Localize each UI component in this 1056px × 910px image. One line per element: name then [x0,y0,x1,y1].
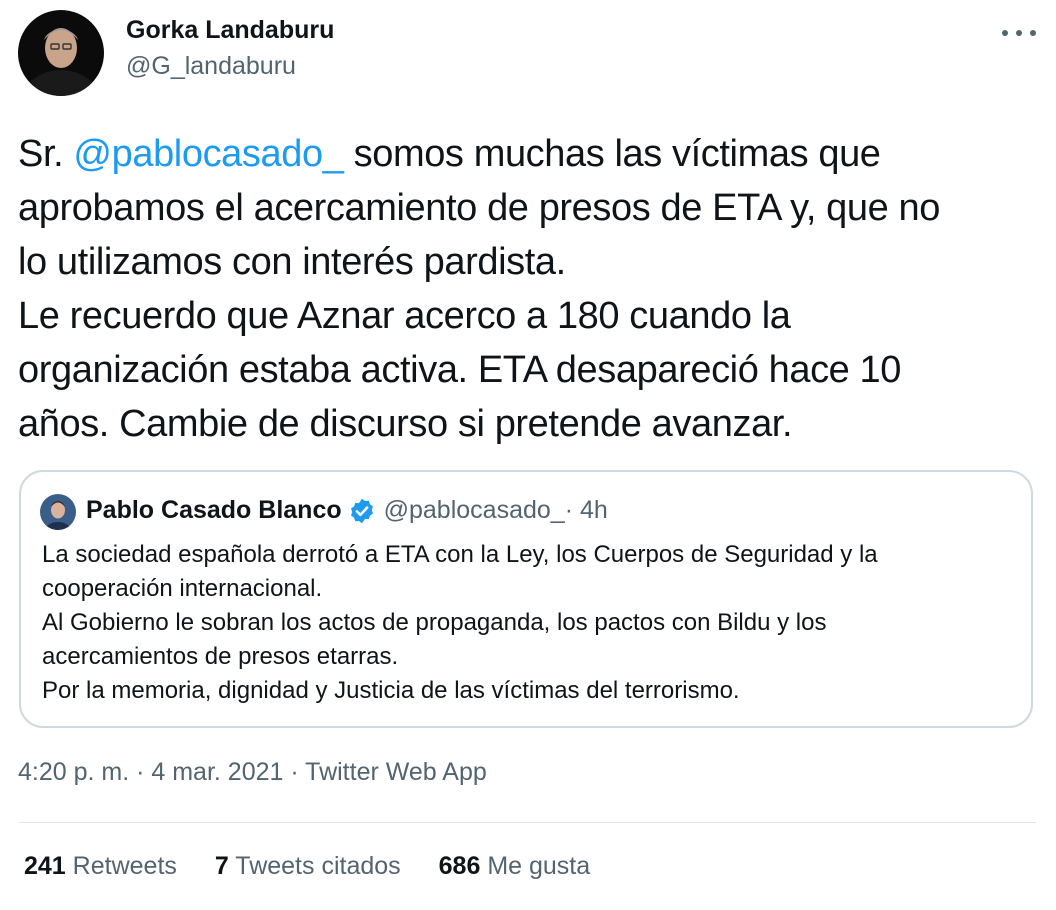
quoted-tweet-time: · 4h [564,496,608,524]
tweet-line: Le recuerdo que Aznar acerco a 180 cuand… [18,295,791,337]
verified-badge-icon [348,497,376,525]
tweet-timestamp-source[interactable]: 4:20 p. m. · 4 mar. 2021 · Twitter Web A… [18,758,487,787]
quoted-author-handle[interactable]: @pablocasado_ [384,496,565,525]
quoted-author-name[interactable]: Pablo Casado Blanco [86,496,342,525]
tweet-line: lo utilizamos con interés pardista. [18,241,566,283]
more-icon[interactable] [1002,20,1036,46]
quoted-tweet-text: La sociedad española derrotó a ETA con l… [42,538,1032,708]
quoted-tweet-header: Pablo Casado Blanco @pablocasado_ · 4h [86,496,608,525]
tweet-line: organización estaba activa. ETA desapare… [18,349,902,391]
quoted-line: Por la memoria, dignidad y Justicia de l… [42,677,740,704]
quoted-line: acercamientos de presos etarras. [42,643,399,670]
tweet-text: Sr. @pablocasado_ somos muchas las vícti… [18,127,1028,451]
author-name[interactable]: Gorka Landaburu [126,16,334,45]
author-handle[interactable]: @G_landaburu [126,52,296,81]
quoted-line: Al Gobierno le sobran los actos de propa… [42,609,827,636]
divider [18,822,1036,823]
tweet-line: Sr. @pablocasado_ somos muchas las vícti… [18,133,881,175]
quoted-line: La sociedad española derrotó a ETA con l… [42,541,878,568]
likes-stat[interactable]: 686 Me gusta [439,852,591,881]
tweet-line: aprobamos el acercamiento de presos de E… [18,187,941,229]
tweet-line: años. Cambie de discurso si pretende ava… [18,403,793,445]
mention-link[interactable]: @pablocasado_ [73,133,343,175]
author-avatar[interactable] [18,10,104,96]
engagement-stats: 241 Retweets 7 Tweets citados 686 Me gus… [24,852,628,881]
quoted-line: cooperación internacional. [42,575,323,602]
retweets-stat[interactable]: 241 Retweets [24,852,177,881]
quoted-author-avatar[interactable] [40,494,76,530]
quote-tweets-stat[interactable]: 7 Tweets citados [215,852,401,881]
